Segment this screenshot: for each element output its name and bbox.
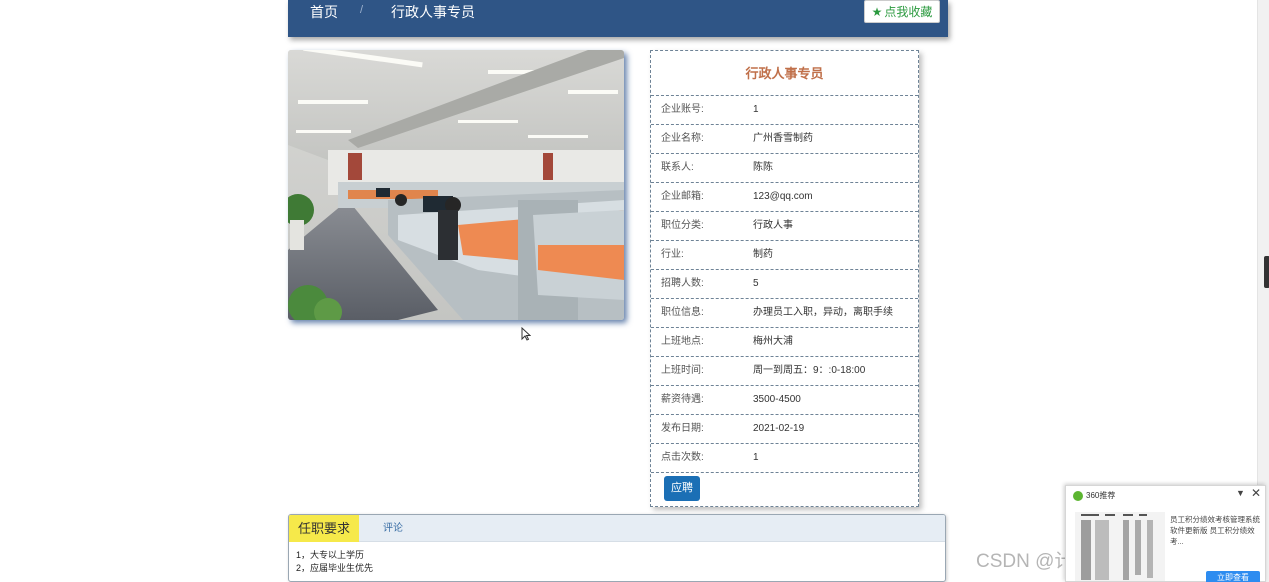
info-row: 薪资待遇: 3500-4500 <box>651 386 918 415</box>
info-row: 发布日期: 2021-02-19 <box>651 415 918 444</box>
info-row: 点击次数: 1 <box>651 444 918 473</box>
info-value: 梅州大浦 <box>753 336 793 347</box>
requirement-item: 1，大专以上学历 <box>296 550 365 560</box>
job-photo <box>288 50 624 320</box>
popup-title: 360推荐 <box>1086 491 1116 500</box>
info-value: 5 <box>753 278 759 289</box>
popup-menu-icon[interactable]: ▼ <box>1236 488 1245 498</box>
close-icon[interactable]: ✕ <box>1251 486 1261 500</box>
info-label: 企业邮箱: <box>661 191 704 202</box>
tab-bar: 任职要求 评论 <box>289 515 945 542</box>
360-logo-icon <box>1073 491 1083 501</box>
apply-button[interactable]: 应聘 <box>664 476 700 501</box>
tab-comments[interactable]: 评论 <box>383 515 403 542</box>
info-label: 联系人: <box>661 162 694 173</box>
tab-requirements[interactable]: 任职要求 <box>289 515 359 542</box>
favorite-label: 点我收藏 <box>884 5 933 19</box>
info-value: 1 <box>753 452 759 463</box>
job-info-panel: 行政人事专员 企业账号: 1 企业名称: 广州香雪制药联系人: 陈陈企业邮箱: 123@q… <box>650 50 919 507</box>
info-row: 企业邮箱: 123@qq.com <box>651 183 918 212</box>
requirement-item: 2，应届毕业生优先 <box>296 563 374 573</box>
info-value: 周一到周五：9：:0-18:00 <box>753 365 866 376</box>
info-row: 企业账号: 1 <box>651 96 918 125</box>
breadcrumb-home[interactable]: 首页 <box>310 2 338 22</box>
favorite-button[interactable]: ★ 点我收藏 <box>864 0 940 23</box>
job-title: 行政人事专员 <box>651 51 918 96</box>
info-row: 职位分类: 行政人事 <box>651 212 918 241</box>
info-label: 点击次数: <box>661 452 704 463</box>
info-value: 制药 <box>753 249 773 260</box>
breadcrumb-separator: / <box>360 4 364 16</box>
recommendation-popup: 360推荐 ▼ ✕ 员工积分绩效考核管理系统软件更新版 员工积分绩效考... 立… <box>1065 485 1266 582</box>
info-label: 薪资待遇: <box>661 394 704 405</box>
info-label: 企业账号: <box>661 104 704 115</box>
star-icon: ★ <box>871 4 883 19</box>
info-value: 3500-4500 <box>753 394 801 405</box>
info-label: 上班地点: <box>661 336 704 347</box>
info-value: 陈陈 <box>753 162 773 173</box>
info-value: 1 <box>753 104 759 115</box>
info-value: 123@qq.com <box>753 191 813 202</box>
header-bar: 首页 / 行政人事专员 ★ 点我收藏 <box>288 0 948 37</box>
info-row: 职位信息: 办理员工入职，异动，离职手续 <box>651 299 918 328</box>
requirements-content: 1，大专以上学历 2，应届毕业生优先 <box>289 542 945 575</box>
info-row: 企业名称: 广州香雪制药 <box>651 125 918 154</box>
popup-thumbnail[interactable] <box>1075 512 1165 581</box>
breadcrumb-current: 行政人事专员 <box>391 4 475 20</box>
info-value: 2021-02-19 <box>753 423 805 434</box>
scrollbar-thumb[interactable] <box>1264 256 1269 288</box>
mouse-cursor-icon <box>521 327 531 341</box>
info-row: 联系人: 陈陈 <box>651 154 918 183</box>
info-row: 上班地点: 梅州大浦 <box>651 328 918 357</box>
info-label: 上班时间: <box>661 365 704 376</box>
detail-tabs: 任职要求 评论 1，大专以上学历 2，应届毕业生优先 <box>288 514 946 582</box>
popup-view-button[interactable]: 立即查看 <box>1206 571 1260 582</box>
info-label: 发布日期: <box>661 423 704 434</box>
info-value: 广州香雪制药 <box>753 133 813 144</box>
info-label: 行业: <box>661 249 684 260</box>
info-label: 职位信息: <box>661 307 704 318</box>
info-label: 企业名称: <box>661 133 704 144</box>
popup-text[interactable]: 员工积分绩效考核管理系统软件更新版 员工积分绩效考... <box>1170 514 1264 547</box>
info-value: 行政人事 <box>753 220 793 231</box>
info-value: 办理员工入职，异动，离职手续 <box>753 307 893 318</box>
info-label: 招聘人数: <box>661 278 704 289</box>
info-row: 上班时间: 周一到周五：9：:0-18:00 <box>651 357 918 386</box>
info-row: 招聘人数: 5 <box>651 270 918 299</box>
info-label: 职位分类: <box>661 220 704 231</box>
info-row: 行业: 制药 <box>651 241 918 270</box>
